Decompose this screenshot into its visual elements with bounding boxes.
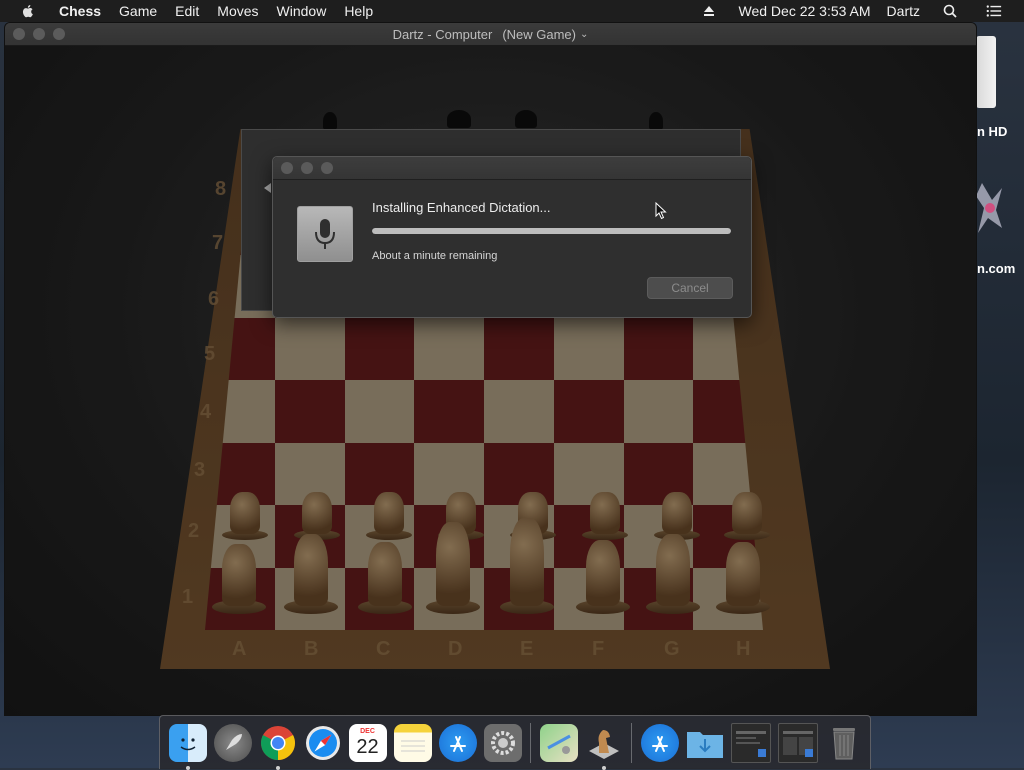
dock-system-preferences[interactable] (483, 723, 522, 762)
dialog-titlebar[interactable] (273, 157, 751, 180)
dock-notes[interactable] (393, 723, 432, 762)
install-progress-bar (372, 228, 731, 234)
dock-safari[interactable] (304, 724, 342, 762)
dock-finder[interactable] (168, 723, 207, 770)
menu-moves[interactable]: Moves (208, 0, 267, 22)
cancel-button[interactable]: Cancel (647, 277, 733, 299)
dock-window-thumbnail-2[interactable] (777, 722, 818, 763)
hard-drive-label: n HD (977, 124, 1008, 139)
minimize-icon[interactable] (301, 162, 313, 174)
dock-separator (530, 722, 531, 763)
dock-trash[interactable] (825, 724, 863, 762)
dock-downloads-folder[interactable] (686, 724, 724, 762)
hard-drive-icon[interactable] (976, 36, 996, 108)
menu-app-chess[interactable]: Chess (50, 0, 110, 22)
eject-icon[interactable] (693, 3, 725, 19)
chrome-icon (260, 725, 295, 760)
apple-menu-icon[interactable] (20, 3, 36, 19)
dock-launchpad[interactable] (213, 723, 252, 762)
spotlight-search-icon[interactable] (934, 3, 966, 19)
window-thumbnail-icon (782, 730, 813, 757)
safari-compass-icon (305, 725, 340, 760)
minimize-icon[interactable] (33, 28, 45, 40)
network-share-label: n.com (977, 261, 1016, 276)
notes-icon (400, 740, 425, 751)
rocket-icon (225, 733, 242, 750)
calendar-day: 22 (356, 736, 379, 758)
dialog-heading: Installing Enhanced Dictation... (372, 200, 551, 215)
trash-icon (832, 727, 855, 759)
dock: DEC 22 (159, 715, 871, 770)
dock-window-thumbnail-1[interactable] (730, 722, 771, 763)
menu-game[interactable]: Game (110, 0, 166, 22)
menu-edit[interactable]: Edit (166, 0, 208, 22)
map-icon (546, 734, 571, 754)
applications-icon (651, 735, 668, 752)
dock-applications-folder[interactable] (640, 723, 679, 762)
menu-clock[interactable]: Wed Dec 22 3:53 AM (731, 0, 879, 22)
menu-help[interactable]: Help (335, 0, 382, 22)
close-icon[interactable] (13, 28, 25, 40)
window-title: Dartz - Computer (392, 26, 493, 42)
dock-separator (631, 722, 632, 763)
microphone-icon (297, 206, 353, 262)
dock-chess[interactable] (585, 724, 623, 770)
finder-icon (180, 737, 195, 750)
dock-maps[interactable] (539, 723, 578, 762)
mouse-pointer-icon (655, 202, 667, 220)
window-titlebar[interactable]: Dartz - Computer (New Game) ⌄ (5, 23, 976, 46)
disclosure-arrow-icon[interactable] (264, 183, 271, 193)
downloads-folder-icon (686, 731, 723, 758)
dock-calendar[interactable]: DEC 22 (348, 723, 387, 762)
progress-fill (372, 228, 731, 234)
notification-center-icon[interactable] (978, 3, 1010, 19)
time-remaining-text: About a minute remaining (372, 250, 498, 262)
close-icon[interactable] (281, 162, 293, 174)
network-share-icon[interactable] (976, 178, 1002, 248)
gear-icon (490, 730, 515, 755)
dock-chrome[interactable] (259, 724, 297, 770)
zoom-icon[interactable] (53, 28, 65, 40)
app-store-icon (449, 735, 466, 752)
window-thumbnail-icon (735, 730, 766, 757)
chess-knight-icon (588, 729, 619, 759)
calendar-month: DEC (360, 728, 375, 735)
window-subtitle[interactable]: (New Game) (502, 27, 576, 42)
dock-app-store[interactable] (438, 723, 477, 762)
menu-bar: Chess Game Edit Moves Window Help Wed De… (0, 0, 1024, 22)
menu-user[interactable]: Dartz (879, 0, 928, 22)
menu-window[interactable]: Window (268, 0, 336, 22)
chevron-down-icon[interactable]: ⌄ (580, 29, 588, 40)
zoom-icon[interactable] (321, 162, 333, 174)
dictation-install-dialog: Installing Enhanced Dictation... About a… (272, 156, 752, 318)
